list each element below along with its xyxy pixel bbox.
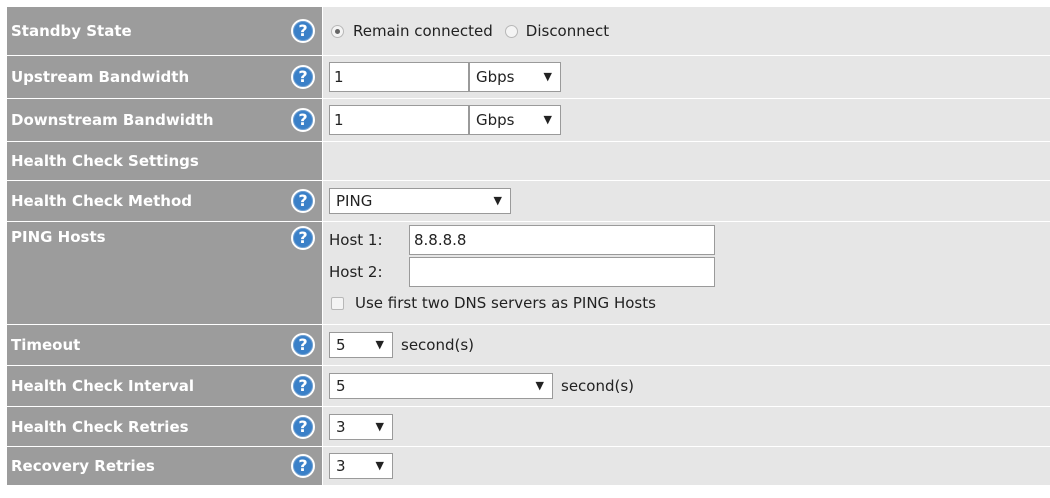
host1-input[interactable]: 8.8.8.8 <box>409 225 715 255</box>
interval-suffix: second(s) <box>561 377 635 395</box>
label-text: Timeout <box>11 336 81 354</box>
help-icon[interactable]: ? <box>291 374 315 398</box>
select-value: PING <box>336 192 373 210</box>
label-text: Recovery Retries <box>11 457 155 475</box>
health-check-method-label: Health Check Method ? <box>7 181 323 221</box>
health-check-settings-content <box>323 142 1050 180</box>
row-recovery-retries: Recovery Retries ? 3 ▼ <box>7 447 1050 486</box>
chevron-down-icon: ▼ <box>375 459 384 472</box>
select-value: 5 <box>336 377 346 395</box>
chevron-down-icon: ▼ <box>375 419 384 433</box>
remain-connected-label[interactable]: Remain connected <box>353 22 493 40</box>
recovery-retries-content: 3 ▼ <box>323 447 1050 485</box>
timeout-suffix: second(s) <box>401 336 475 354</box>
downstream-bandwidth-input[interactable]: 1 <box>329 105 469 135</box>
downstream-bandwidth-label: Downstream Bandwidth ? <box>7 99 323 141</box>
row-standby-state: Standby State ? Remain connected Disconn… <box>7 7 1050 56</box>
help-icon[interactable]: ? <box>291 19 315 43</box>
host2-line: Host 2: <box>329 256 715 288</box>
timeout-label: Timeout ? <box>7 325 323 365</box>
health-check-interval-label: Health Check Interval ? <box>7 366 323 406</box>
recovery-retries-select[interactable]: 3 ▼ <box>329 453 393 479</box>
chevron-down-icon: ▼ <box>535 379 544 392</box>
help-icon[interactable]: ? <box>291 333 315 357</box>
row-health-check-interval: Health Check Interval ? 5 ▼ second(s) <box>7 366 1050 407</box>
label-text: Downstream Bandwidth <box>11 111 214 129</box>
help-icon[interactable]: ? <box>291 108 315 132</box>
row-upstream-bandwidth: Upstream Bandwidth ? 1 Gbps ▼ <box>7 56 1050 99</box>
use-dns-checkbox[interactable] <box>331 296 344 310</box>
row-ping-hosts: PING Hosts ? Host 1: 8.8.8.8 Host 2: Use… <box>7 222 1050 325</box>
health-check-retries-select[interactable]: 3 ▼ <box>329 413 393 440</box>
help-icon[interactable]: ? <box>291 414 315 439</box>
select-value: 3 <box>336 417 346 436</box>
help-icon[interactable]: ? <box>291 65 315 89</box>
health-check-method-select[interactable]: PING ▼ <box>329 188 511 214</box>
select-value: 3 <box>336 457 346 475</box>
standby-state-label: Standby State ? <box>7 7 323 55</box>
label-text: Health Check Settings <box>11 152 199 170</box>
remain-connected-radio[interactable] <box>331 24 344 38</box>
downstream-bandwidth-content: 1 Gbps ▼ <box>323 99 1050 141</box>
ping-hosts-label: PING Hosts ? <box>7 222 323 324</box>
disconnect-radio[interactable] <box>504 24 518 38</box>
label-text: Health Check Retries <box>11 417 189 436</box>
chevron-down-icon: ▼ <box>375 338 384 351</box>
host2-label: Host 2: <box>329 263 383 281</box>
health-check-retries-content: 3 ▼ <box>323 407 1050 446</box>
health-check-method-content: PING ▼ <box>323 181 1050 221</box>
dns-checkbox-line: Use first two DNS servers as PING Hosts <box>329 288 656 318</box>
settings-table: Standby State ? Remain connected Disconn… <box>7 7 1050 486</box>
chevron-down-icon: ▼ <box>493 194 502 207</box>
timeout-select[interactable]: 5 ▼ <box>329 332 393 358</box>
label-text: Standby State <box>11 22 132 40</box>
upstream-bandwidth-content: 1 Gbps ▼ <box>323 56 1050 98</box>
health-check-interval-select[interactable]: 5 ▼ <box>329 373 553 399</box>
health-check-settings-label: Health Check Settings <box>7 142 323 180</box>
row-health-check-method: Health Check Method ? PING ▼ <box>7 181 1050 222</box>
select-value: Gbps <box>476 111 515 129</box>
row-health-check-settings: Health Check Settings <box>7 142 1050 181</box>
chevron-down-icon: ▼ <box>543 113 552 126</box>
use-dns-checkbox-label[interactable]: Use first two DNS servers as PING Hosts <box>355 294 656 312</box>
upstream-bandwidth-input[interactable]: 1 <box>329 62 469 92</box>
row-timeout: Timeout ? 5 ▼ second(s) <box>7 325 1050 366</box>
label-text: PING Hosts <box>11 228 106 246</box>
upstream-unit-select[interactable]: Gbps ▼ <box>469 62 561 92</box>
host1-label: Host 1: <box>329 231 383 249</box>
help-icon[interactable]: ? <box>291 189 315 213</box>
health-check-retries-label: Health Check Retries ? <box>7 407 323 446</box>
select-value: Gbps <box>476 68 515 86</box>
recovery-retries-label: Recovery Retries ? <box>7 447 323 485</box>
label-text: Health Check Interval <box>11 377 195 395</box>
health-check-interval-content: 5 ▼ second(s) <box>323 366 1050 406</box>
label-text: Health Check Method <box>11 192 193 210</box>
ping-hosts-content: Host 1: 8.8.8.8 Host 2: Use first two DN… <box>323 222 1050 324</box>
label-text: Upstream Bandwidth <box>11 68 190 86</box>
help-icon[interactable]: ? <box>291 226 315 250</box>
disconnect-label[interactable]: Disconnect <box>526 22 609 40</box>
select-value: 5 <box>336 336 346 354</box>
standby-state-content: Remain connected Disconnect <box>323 7 1050 55</box>
row-health-check-retries: Health Check Retries ? 3 ▼ <box>7 407 1050 447</box>
row-downstream-bandwidth: Downstream Bandwidth ? 1 Gbps ▼ <box>7 99 1050 142</box>
downstream-unit-select[interactable]: Gbps ▼ <box>469 105 561 135</box>
upstream-bandwidth-label: Upstream Bandwidth ? <box>7 56 323 98</box>
timeout-content: 5 ▼ second(s) <box>323 325 1050 365</box>
help-icon[interactable]: ? <box>291 454 315 478</box>
chevron-down-icon: ▼ <box>543 70 552 83</box>
host1-line: Host 1: 8.8.8.8 <box>329 224 715 256</box>
host2-input[interactable] <box>409 257 715 287</box>
